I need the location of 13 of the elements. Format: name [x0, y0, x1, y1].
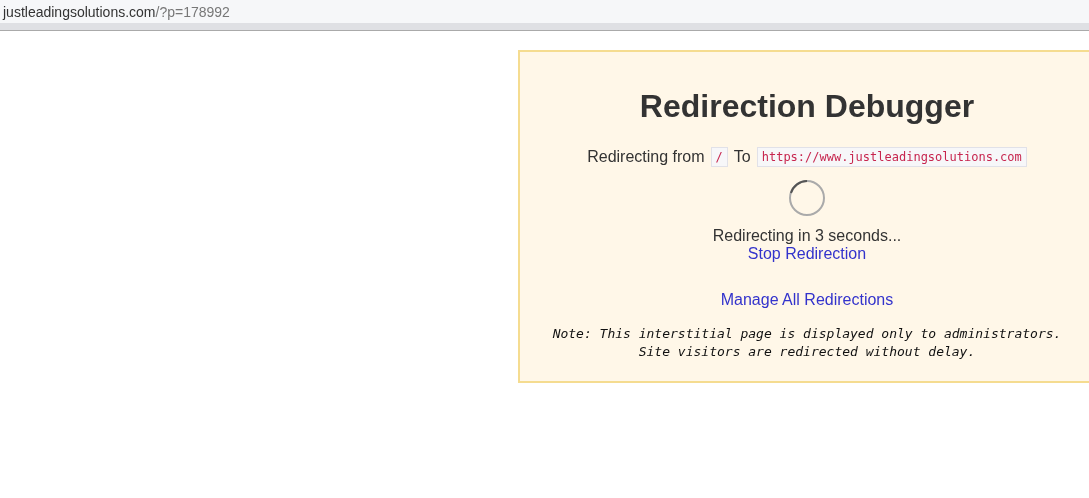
from-label: Redirecting from: [587, 148, 705, 166]
stop-redirection-link[interactable]: Stop Redirection: [747, 245, 867, 263]
loading-spinner-icon: [788, 179, 826, 217]
url-host: justleadingsolutions.com: [3, 3, 156, 20]
to-label: To: [733, 148, 751, 166]
address-bar[interactable]: justleadingsolutions.com/?p=178992: [0, 0, 1089, 30]
url-path: /?p=178992: [155, 3, 230, 20]
target-url: https://www.justleadingsolutions.com: [756, 147, 1027, 167]
admin-note: Note: This interstitial page is displayed only to administrators. Site visitors are redirected without delay.: [552, 325, 1062, 361]
manage-redirections-link[interactable]: Manage All Redirections: [720, 291, 894, 309]
panel-title: Redirection Debugger: [639, 88, 975, 125]
source-path: /: [710, 147, 728, 167]
countdown-text: Redirecting in 3 seconds...: [712, 227, 902, 245]
